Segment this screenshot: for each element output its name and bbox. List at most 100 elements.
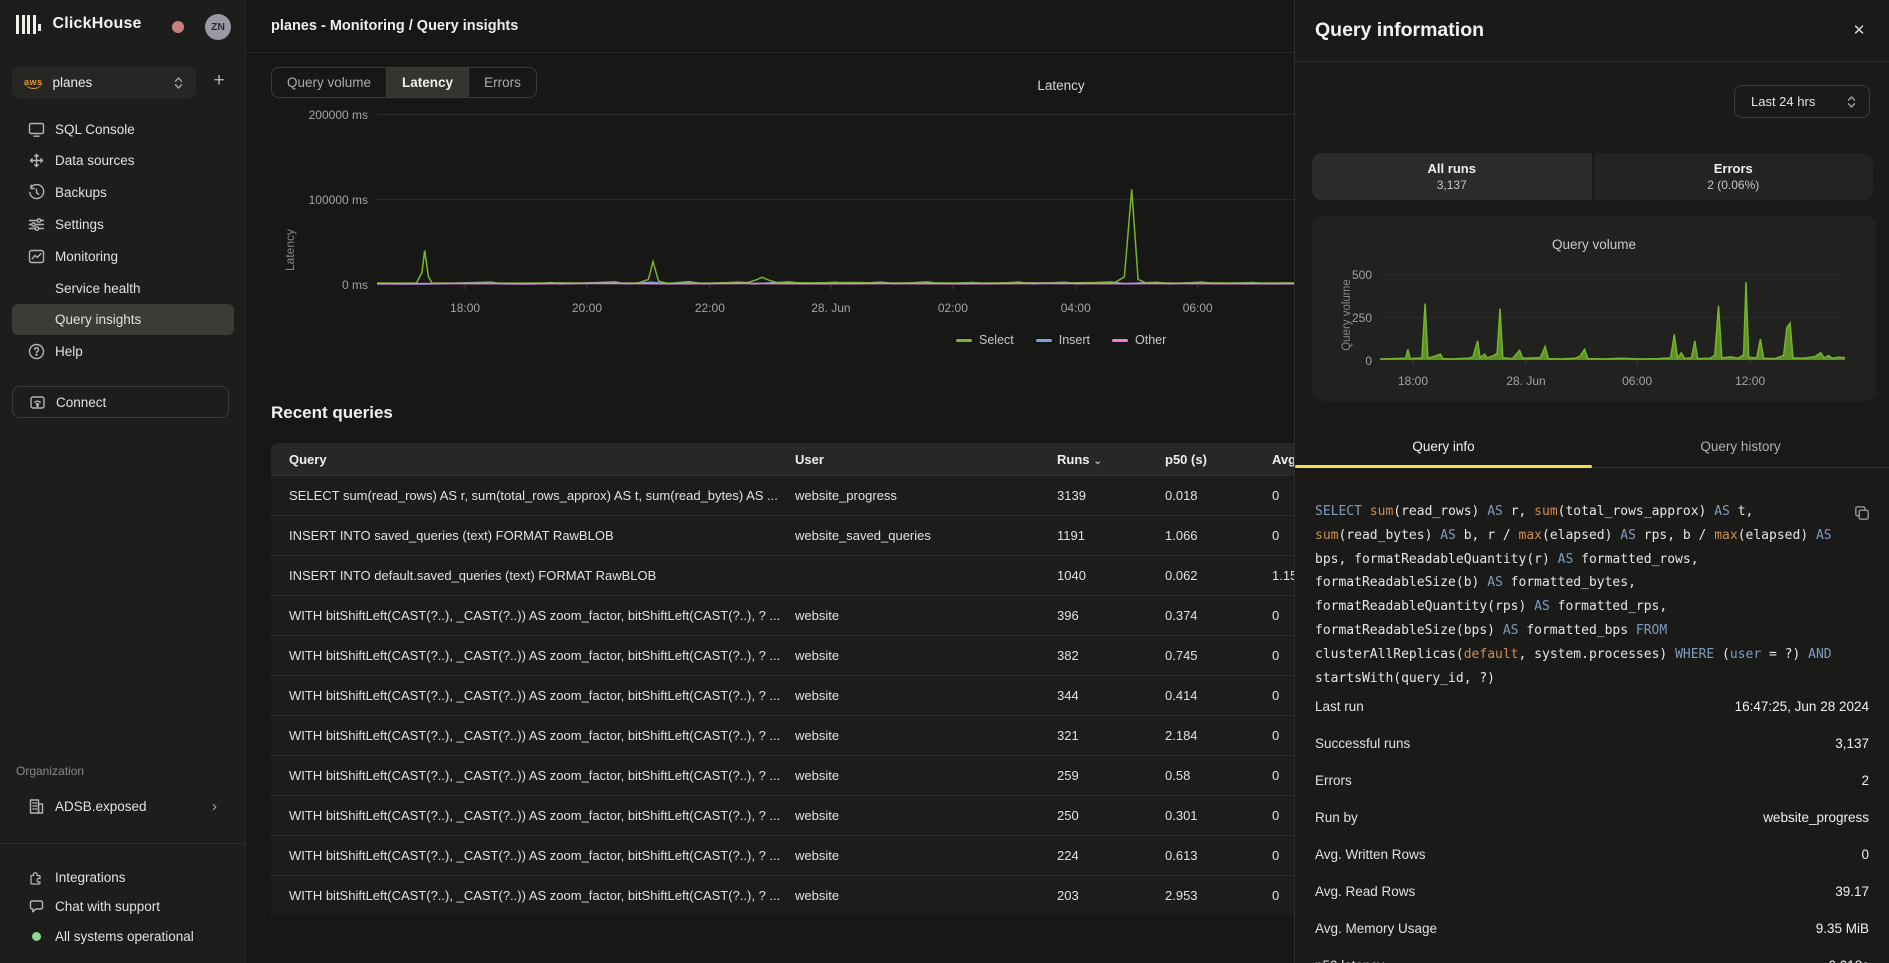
connect-button[interactable]: Connect bbox=[12, 386, 229, 418]
cell-user: website bbox=[795, 808, 1057, 823]
cell-runs: 203 bbox=[1057, 888, 1165, 903]
user-avatar[interactable]: ZN bbox=[205, 14, 231, 40]
table-row[interactable]: INSERT INTO saved_queries (text) FORMAT … bbox=[271, 515, 1294, 555]
close-icon[interactable]: ✕ bbox=[1849, 21, 1869, 41]
cell-runs: 1040 bbox=[1057, 568, 1165, 583]
column-header-runs[interactable]: Runs⌄ bbox=[1057, 452, 1165, 467]
sidebar-item-organization[interactable]: ADSB.exposed › bbox=[12, 791, 234, 822]
cell-avg: 0 bbox=[1272, 808, 1294, 823]
table-row[interactable]: WITH bitShiftLeft(CAST(?..), _CAST(?..))… bbox=[271, 835, 1294, 875]
legend-dash-icon bbox=[956, 339, 972, 342]
tab-latency[interactable]: Latency bbox=[386, 68, 468, 97]
sidebar-item-settings[interactable]: Settings bbox=[12, 209, 234, 240]
cell-runs: 224 bbox=[1057, 848, 1165, 863]
main-content: planes - Monitoring / Query insights Que… bbox=[246, 0, 1294, 963]
x-tick-label: 02:00 bbox=[938, 301, 968, 315]
stat-label: Avg. Read Rows bbox=[1315, 884, 1415, 899]
cell-p50: 2.953 bbox=[1165, 888, 1272, 903]
table-row[interactable]: WITH bitShiftLeft(CAST(?..), _CAST(?..))… bbox=[271, 795, 1294, 835]
cell-p50: 0.58 bbox=[1165, 768, 1272, 783]
x-tick-label: 12:00 bbox=[1735, 374, 1765, 388]
query-volume-chart bbox=[1380, 271, 1845, 366]
table-row[interactable]: WITH bitShiftLeft(CAST(?..), _CAST(?..))… bbox=[271, 755, 1294, 795]
runs-errors-segment: All runs 3,137 Errors 2 (0.06%) bbox=[1312, 153, 1873, 200]
sidebar-item-system-status[interactable]: All systems operational bbox=[12, 921, 234, 952]
sidebar-item-integrations[interactable]: Integrations bbox=[12, 862, 234, 893]
add-service-button[interactable]: + bbox=[207, 70, 231, 94]
organization-label: Organization bbox=[16, 764, 84, 778]
sidebar-item-help[interactable]: Help bbox=[12, 336, 234, 367]
y-tick-label: 0 bbox=[1365, 354, 1372, 368]
segment-all-runs[interactable]: All runs 3,137 bbox=[1312, 153, 1592, 200]
table-header: Query User Runs⌄ p50 (s) Avg. bbox=[271, 443, 1294, 475]
cell-user: website bbox=[795, 848, 1057, 863]
cell-user: website bbox=[795, 888, 1057, 903]
legend-item-insert[interactable]: Insert bbox=[1036, 333, 1090, 347]
stat-row: Avg. Read Rows 39.17 bbox=[1315, 873, 1869, 910]
latency-chart-title: Latency bbox=[1011, 78, 1111, 93]
legend-item-other[interactable]: Other bbox=[1112, 333, 1166, 347]
stat-value: website_progress bbox=[1763, 810, 1869, 825]
stat-value: 3,137 bbox=[1835, 736, 1869, 751]
sidebar-item-sql-console[interactable]: SQL Console bbox=[12, 114, 234, 145]
stat-row: Avg. Memory Usage 9.35 MiB bbox=[1315, 910, 1869, 947]
table-row[interactable]: WITH bitShiftLeft(CAST(?..), _CAST(?..))… bbox=[271, 875, 1294, 915]
table-row[interactable]: INSERT INTO default.saved_queries (text)… bbox=[271, 555, 1294, 595]
cell-runs: 321 bbox=[1057, 728, 1165, 743]
sidebar-item-query-insights[interactable]: Query insights bbox=[12, 304, 234, 335]
chevron-right-icon: › bbox=[212, 791, 217, 822]
table-row[interactable]: WITH bitShiftLeft(CAST(?..), _CAST(?..))… bbox=[271, 675, 1294, 715]
stat-label: Errors bbox=[1315, 773, 1352, 788]
query-stats-list: Last run 16:47:25, Jun 28 2024 Successfu… bbox=[1315, 688, 1869, 963]
y-tick-label: 250 bbox=[1352, 311, 1372, 325]
table-row[interactable]: SELECT sum(read_rows) AS r, sum(total_ro… bbox=[271, 475, 1294, 515]
column-header-query[interactable]: Query bbox=[271, 452, 795, 467]
legend-item-select[interactable]: Select bbox=[956, 333, 1014, 347]
tab-query-history[interactable]: Query history bbox=[1592, 430, 1889, 467]
table-row[interactable]: WITH bitShiftLeft(CAST(?..), _CAST(?..))… bbox=[271, 715, 1294, 755]
table-row[interactable]: WITH bitShiftLeft(CAST(?..), _CAST(?..))… bbox=[271, 595, 1294, 635]
stat-value: 2 bbox=[1861, 773, 1869, 788]
column-header-user[interactable]: User bbox=[795, 452, 1057, 467]
tab-query-volume[interactable]: Query volume bbox=[272, 68, 386, 97]
table-row[interactable]: WITH bitShiftLeft(CAST(?..), _CAST(?..))… bbox=[271, 635, 1294, 675]
chart-icon bbox=[28, 248, 45, 265]
column-header-avg[interactable]: Avg. bbox=[1272, 452, 1294, 467]
stat-value: 0.018s bbox=[1828, 958, 1869, 963]
recent-queries-title: Recent queries bbox=[271, 403, 393, 423]
segment-errors[interactable]: Errors 2 (0.06%) bbox=[1594, 153, 1874, 200]
cell-avg: 0 bbox=[1272, 608, 1294, 623]
legend-label: Other bbox=[1135, 333, 1166, 347]
cell-runs: 3139 bbox=[1057, 488, 1165, 503]
y-tick-label: 100000 ms bbox=[309, 193, 368, 207]
cell-avg: 0 bbox=[1272, 768, 1294, 783]
notification-dot[interactable] bbox=[172, 21, 184, 33]
sidebar-item-backups[interactable]: Backups bbox=[12, 177, 234, 208]
y-tick-label: 200000 ms bbox=[309, 108, 368, 122]
panel-header: Query information ✕ bbox=[1295, 0, 1889, 62]
latency-chart bbox=[377, 97, 1294, 291]
sidebar: ClickHouse ZN aws planes + SQL Console D… bbox=[0, 0, 246, 963]
column-header-p50[interactable]: p50 (s) bbox=[1165, 452, 1272, 467]
sidebar-item-service-health[interactable]: Service health bbox=[12, 273, 234, 304]
cell-query: WITH bitShiftLeft(CAST(?..), _CAST(?..))… bbox=[271, 768, 795, 783]
stat-value: 0 bbox=[1861, 847, 1869, 862]
stat-row: Last run 16:47:25, Jun 28 2024 bbox=[1315, 688, 1869, 725]
stat-label: Run by bbox=[1315, 810, 1358, 825]
recent-queries-table: Query User Runs⌄ p50 (s) Avg. SELECT sum… bbox=[271, 443, 1294, 915]
query-information-panel: Query information ✕ Last 24 hrs All runs… bbox=[1294, 0, 1889, 963]
cell-avg: 0 bbox=[1272, 688, 1294, 703]
sidebar-item-monitoring[interactable]: Monitoring bbox=[12, 241, 234, 272]
copy-icon[interactable] bbox=[1853, 504, 1871, 522]
terminal-icon bbox=[28, 121, 45, 138]
service-selector[interactable]: aws planes bbox=[12, 66, 196, 99]
tab-query-info[interactable]: Query info bbox=[1295, 430, 1592, 467]
latency-legend: Select Insert Other bbox=[956, 333, 1166, 347]
time-range-select[interactable]: Last 24 hrs bbox=[1734, 85, 1870, 118]
sql-query-text[interactable]: SELECT sum(read_rows) AS r, sum(total_ro… bbox=[1315, 500, 1855, 690]
sidebar-item-chat-support[interactable]: Chat with support bbox=[12, 891, 234, 922]
stat-row: Run by website_progress bbox=[1315, 799, 1869, 836]
sidebar-item-data-sources[interactable]: Data sources bbox=[12, 145, 234, 176]
tab-errors[interactable]: Errors bbox=[468, 68, 536, 97]
cell-query: WITH bitShiftLeft(CAST(?..), _CAST(?..))… bbox=[271, 648, 795, 663]
